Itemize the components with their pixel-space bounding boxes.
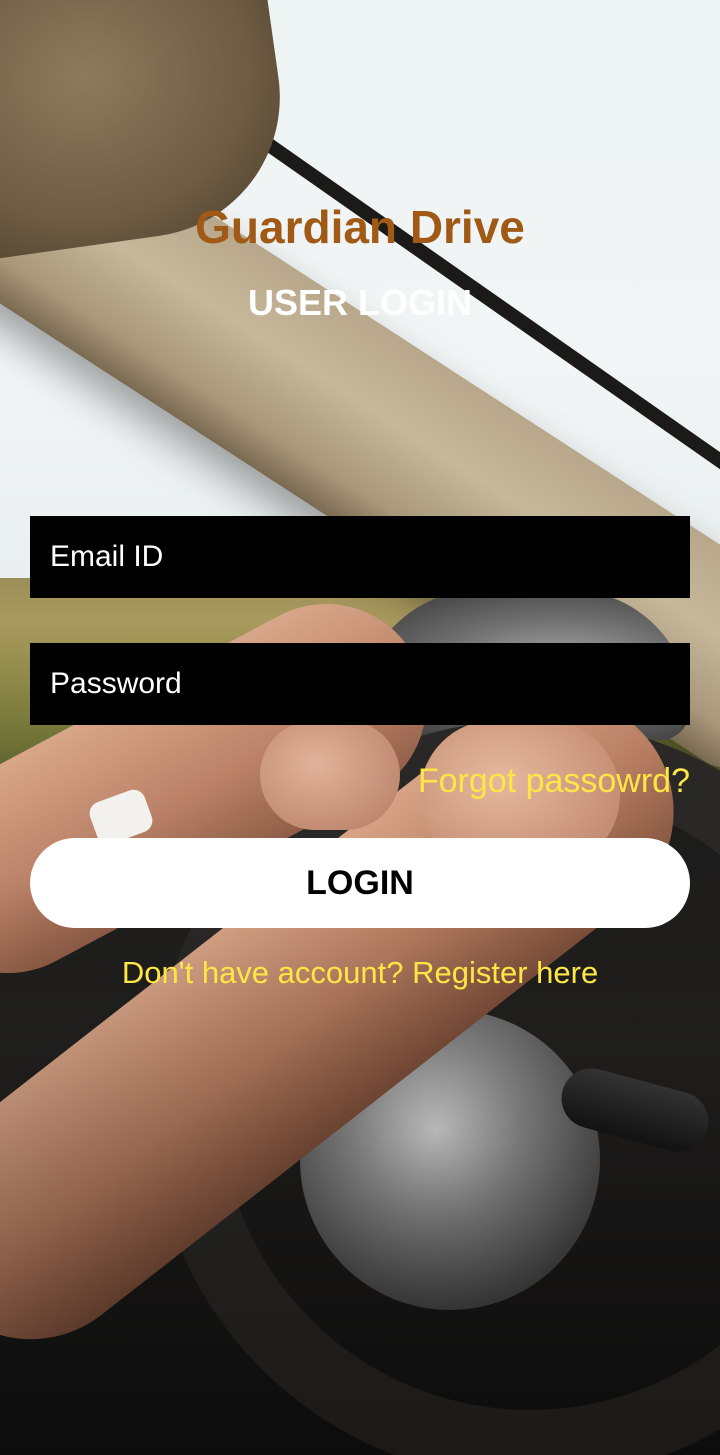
app-title: Guardian Drive — [195, 201, 525, 253]
forgot-password-link[interactable]: Forgot passowrd? — [418, 762, 690, 801]
login-button[interactable]: LOGIN — [30, 838, 690, 928]
page-title: USER LOGIN — [247, 282, 472, 323]
email-field[interactable] — [30, 516, 690, 598]
register-link[interactable]: Don't have account? Register here — [0, 955, 720, 991]
password-field[interactable] — [30, 643, 690, 725]
login-screen: Guardian Drive USER LOGIN Forgot passowr… — [0, 0, 720, 1455]
